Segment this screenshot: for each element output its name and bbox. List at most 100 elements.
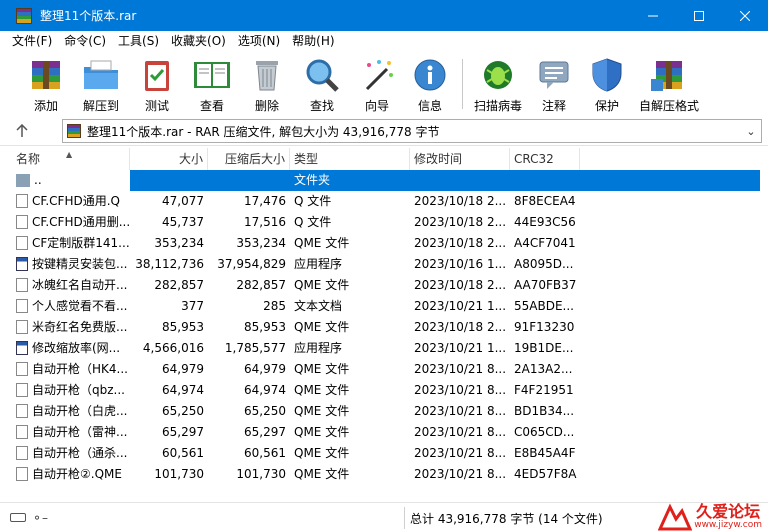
menu-tools[interactable]: 工具(S) bbox=[112, 31, 165, 51]
toolbar-separator bbox=[462, 59, 463, 109]
file-modified: 2023/10/21 8... bbox=[414, 467, 507, 481]
file-row[interactable]: CF.CFHD通用删... 45,737 17,516 Q 文件 2023/10/18 … bbox=[12, 212, 760, 233]
file-crc: 91F13230 bbox=[514, 320, 575, 334]
file-packed-size: 282,857 bbox=[236, 278, 286, 292]
file-icon bbox=[16, 404, 28, 418]
file-name-cell: 米奇红名免费版... bbox=[12, 317, 130, 338]
wizard-wand-icon bbox=[357, 55, 397, 95]
test-button[interactable]: 测试 bbox=[130, 51, 184, 116]
file-icon bbox=[16, 320, 28, 334]
view-button[interactable]: 查看 bbox=[184, 51, 240, 116]
file-packed-size: 85,953 bbox=[244, 320, 286, 334]
file-row[interactable]: 自动开枪（雷神... 65,297 65,297 QME 文件 2023/10/21 8… bbox=[12, 422, 760, 443]
wizard-button[interactable]: 向导 bbox=[350, 51, 404, 116]
file-row[interactable]: 自动开枪（HK4... 64,979 64,979 QME 文件 2023/10/21 … bbox=[12, 359, 760, 380]
file-icon bbox=[16, 236, 28, 250]
extract-to-button[interactable]: 解压到 bbox=[72, 51, 130, 116]
column-header-type[interactable]: 类型 bbox=[290, 148, 410, 170]
view-label: 查看 bbox=[199, 99, 224, 113]
drive-icon[interactable] bbox=[10, 513, 26, 522]
file-icon bbox=[16, 467, 28, 481]
file-name-cell: 自动开枪（qbz... bbox=[12, 380, 130, 401]
column-header-size[interactable]: 大小 bbox=[130, 148, 208, 170]
file-packed-size: 64,979 bbox=[244, 362, 286, 376]
file-row[interactable]: 自动开枪（qbz... 64,974 64,974 QME 文件 2023/10/21 … bbox=[12, 380, 760, 401]
file-type: QME 文件 bbox=[294, 425, 350, 439]
find-button[interactable]: 查找 bbox=[294, 51, 350, 116]
file-name-cell: 个人感觉看不看... bbox=[12, 296, 130, 317]
menu-options[interactable]: 选项(N) bbox=[232, 31, 286, 51]
file-modified: 2023/10/18 2... bbox=[414, 278, 507, 292]
key-icon[interactable]: ⚬– bbox=[32, 511, 48, 525]
parent-folder-row[interactable]: .. 文件夹 bbox=[12, 170, 760, 191]
sfx-button[interactable]: 自解压格式 bbox=[633, 51, 705, 116]
file-packed-size: 1,785,577 bbox=[224, 341, 286, 355]
menu-file[interactable]: 文件(F) bbox=[6, 31, 58, 51]
file-row[interactable]: CF.CFHD通用.Q 47,077 17,476 Q 文件 2023/10/18 2.… bbox=[12, 191, 760, 212]
file-type: 文本文档 bbox=[294, 299, 343, 313]
delete-button[interactable]: 删除 bbox=[240, 51, 294, 116]
menu-favorites[interactable]: 收藏夹(O) bbox=[165, 31, 232, 51]
file-size: 65,250 bbox=[162, 404, 204, 418]
file-name-cell: 自动开枪（HK4... bbox=[12, 359, 130, 380]
path-field[interactable]: 整理11个版本.rar - RAR 压缩文件, 解包大小为 43,916,778… bbox=[62, 119, 762, 143]
file-name-cell: CF.CFHD通用删... bbox=[12, 212, 130, 233]
file-row[interactable]: 冰魄红名自动开... 282,857 282,857 QME 文件 2023/10/18… bbox=[12, 275, 760, 296]
file-size: 60,561 bbox=[162, 446, 204, 460]
test-label: 测试 bbox=[144, 99, 169, 113]
column-header-name[interactable]: 名称 ▲ bbox=[12, 148, 130, 170]
file-icon bbox=[16, 425, 28, 439]
file-row[interactable]: 按键精灵安装包... 38,112,736 37,954,829 应用程序 2023/1… bbox=[12, 254, 760, 275]
close-button[interactable] bbox=[722, 0, 768, 31]
application-icon bbox=[16, 341, 28, 355]
file-crc: C065CD... bbox=[514, 425, 575, 439]
wizard-label: 向导 bbox=[364, 99, 389, 113]
file-name-cell: 冰魄红名自动开... bbox=[12, 275, 130, 296]
column-name-label: 名称 bbox=[16, 152, 41, 166]
add-button[interactable]: 添加 bbox=[20, 51, 72, 116]
file-type: 文件夹 bbox=[294, 173, 331, 187]
file-row[interactable]: 米奇红名免费版... 85,953 85,953 QME 文件 2023/10/18 2… bbox=[12, 317, 760, 338]
status-separator bbox=[404, 507, 405, 529]
file-size: 101,730 bbox=[154, 467, 204, 481]
file-type: QME 文件 bbox=[294, 446, 350, 460]
file-name: .. bbox=[34, 173, 42, 187]
menu-help[interactable]: 帮助(H) bbox=[286, 31, 340, 51]
file-crc: 4ED57F8A bbox=[514, 467, 577, 481]
column-header-crc[interactable]: CRC32 bbox=[510, 148, 580, 170]
file-packed-size: 60,561 bbox=[244, 446, 286, 460]
file-icon bbox=[16, 362, 28, 376]
maximize-button[interactable] bbox=[676, 0, 722, 31]
add-label: 添加 bbox=[33, 99, 58, 113]
file-icon bbox=[16, 299, 28, 313]
file-name: 自动开枪（白虎... bbox=[32, 404, 128, 418]
file-row[interactable]: 自动开枪（通杀... 60,561 60,561 QME 文件 2023/10/21 8… bbox=[12, 443, 760, 464]
virus-scan-button[interactable]: 扫描病毒 bbox=[469, 51, 527, 116]
chevron-down-icon[interactable]: ⌄ bbox=[741, 125, 761, 138]
file-modified: 2023/10/21 8... bbox=[414, 446, 507, 460]
comment-label: 注释 bbox=[541, 99, 566, 113]
sfx-archive-icon bbox=[649, 55, 689, 95]
info-button[interactable]: 信息 bbox=[404, 51, 456, 116]
file-crc: 8F8ECEA4 bbox=[514, 194, 576, 208]
file-row[interactable]: 个人感觉看不看... 377 285 文本文档 2023/10/21 1... 55ABD… bbox=[12, 296, 760, 317]
file-row[interactable]: 自动开枪（白虎... 65,250 65,250 QME 文件 2023/10/21 8… bbox=[12, 401, 760, 422]
up-button[interactable] bbox=[0, 123, 44, 138]
menu-commands[interactable]: 命令(C) bbox=[58, 31, 112, 51]
protect-button[interactable]: 保护 bbox=[581, 51, 633, 116]
column-header-modified[interactable]: 修改时间 bbox=[410, 148, 510, 170]
file-type: Q 文件 bbox=[294, 215, 332, 229]
virus-scan-icon bbox=[478, 55, 518, 95]
file-row[interactable]: 修改缩放率(网... 4,566,016 1,785,577 应用程序 2023/10/… bbox=[12, 338, 760, 359]
file-row[interactable]: CF定制版群141... 353,234 353,234 QME 文件 2023/10/… bbox=[12, 233, 760, 254]
watermark-title: 久爱论坛 bbox=[696, 502, 761, 521]
comment-button[interactable]: 注释 bbox=[527, 51, 581, 116]
file-packed-size: 65,297 bbox=[244, 425, 286, 439]
column-header-packed[interactable]: 压缩后大小 bbox=[208, 148, 290, 170]
minimize-button[interactable] bbox=[630, 0, 676, 31]
file-name: CF定制版群141... bbox=[32, 236, 130, 250]
file-name: 按键精灵安装包... bbox=[32, 257, 128, 271]
file-modified: 2023/10/21 8... bbox=[414, 383, 507, 397]
file-row[interactable]: 自动开枪②.QME 101,730 101,730 QME 文件 2023/10/21 … bbox=[12, 464, 760, 485]
file-crc: 55ABDE... bbox=[514, 299, 574, 313]
